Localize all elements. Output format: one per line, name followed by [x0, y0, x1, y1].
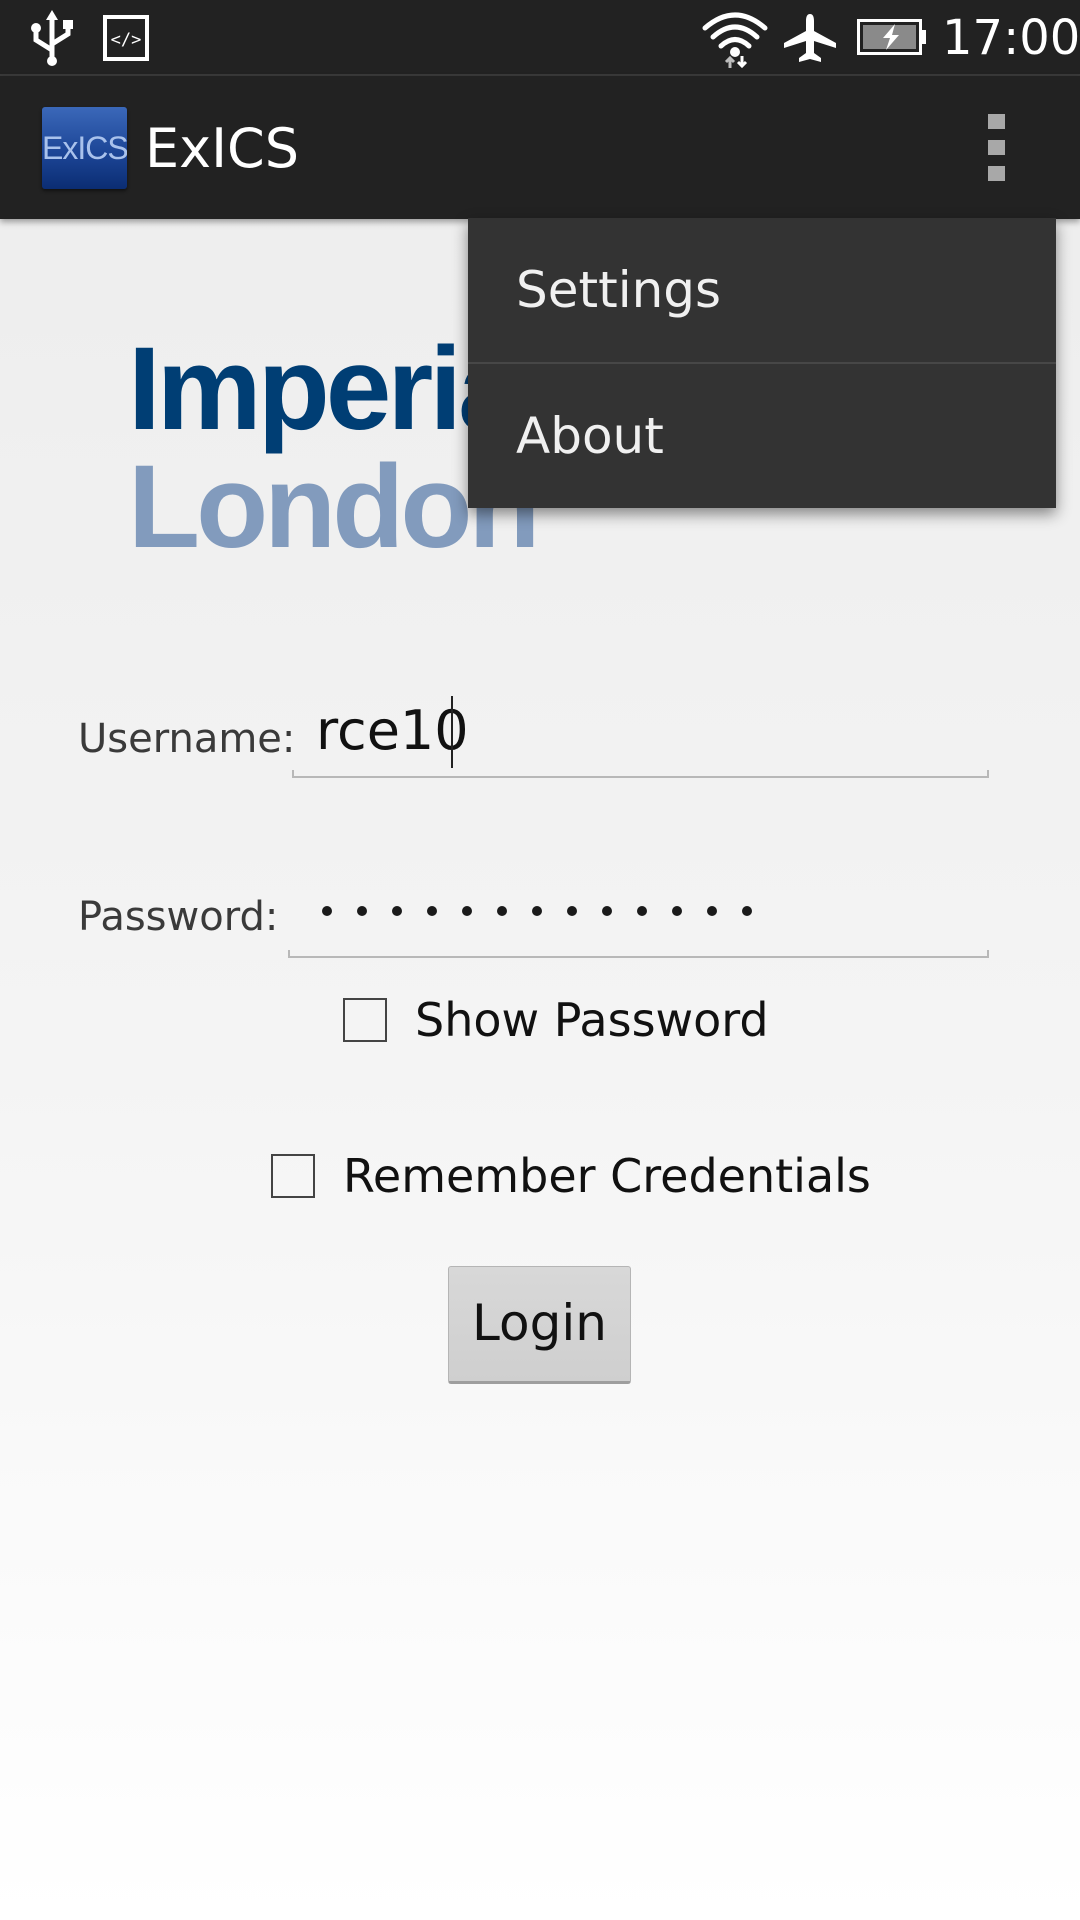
username-value: rce10 — [316, 699, 469, 762]
show-password-label[interactable]: Show Password — [415, 992, 769, 1048]
password-dot — [707, 906, 717, 916]
menu-item-about[interactable]: About — [468, 364, 1056, 508]
menu-item-settings[interactable]: Settings — [468, 218, 1056, 362]
password-dot — [567, 906, 577, 916]
usb-icon — [31, 10, 73, 66]
developer-mode-icon: </> — [103, 15, 149, 61]
airplane-mode-icon — [784, 14, 836, 62]
password-dot — [497, 906, 507, 916]
remember-credentials-checkbox-row[interactable]: Remember Credentials — [271, 1148, 871, 1208]
password-dot — [742, 906, 752, 916]
password-dot — [602, 906, 612, 916]
svg-text:</>: </> — [111, 30, 142, 50]
overflow-menu-icon[interactable] — [976, 104, 1018, 192]
text-cursor — [451, 696, 453, 768]
password-dot — [672, 906, 682, 916]
password-dot — [462, 906, 472, 916]
remember-credentials-label[interactable]: Remember Credentials — [343, 1148, 871, 1204]
overflow-menu: Settings About — [468, 218, 1056, 508]
login-button[interactable]: Login — [448, 1266, 631, 1384]
password-dot — [637, 906, 647, 916]
battery-charging-icon — [857, 19, 926, 55]
password-dot — [392, 906, 402, 916]
password-dot — [322, 906, 332, 916]
status-clock: 17:00 — [942, 10, 1080, 66]
remember-credentials-checkbox[interactable] — [271, 1154, 315, 1198]
status-bar: </> 17:00 — [0, 0, 1080, 76]
username-label: Username: — [78, 716, 296, 762]
password-mask — [322, 896, 777, 926]
password-dot — [532, 906, 542, 916]
show-password-checkbox[interactable] — [343, 998, 387, 1042]
wifi-icon — [702, 12, 768, 69]
password-dot — [427, 906, 437, 916]
password-input[interactable] — [288, 870, 989, 958]
action-bar: ExICS ExICS — [0, 76, 1080, 219]
app-logo-icon: ExICS — [42, 107, 127, 189]
password-label: Password: — [78, 894, 279, 940]
app-title: ExICS — [145, 117, 299, 180]
show-password-checkbox-row[interactable]: Show Password — [343, 992, 769, 1052]
username-input[interactable]: rce10 — [292, 690, 989, 778]
password-dot — [357, 906, 367, 916]
